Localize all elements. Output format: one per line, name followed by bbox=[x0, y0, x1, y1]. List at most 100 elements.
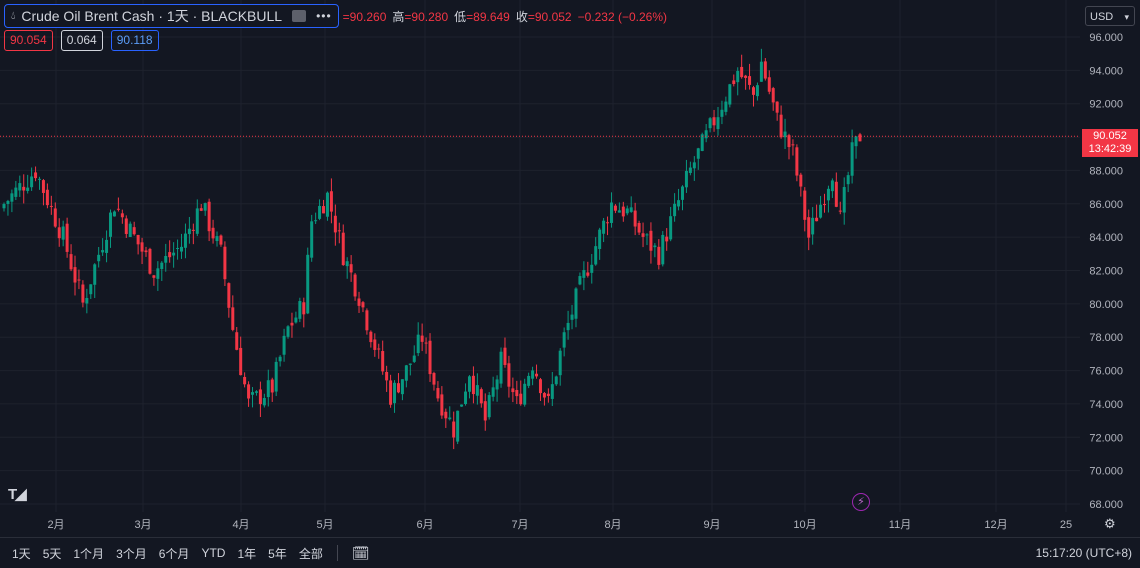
candle-body bbox=[389, 380, 393, 405]
candle-body bbox=[842, 187, 846, 213]
currency-select[interactable]: USD ▾ bbox=[1085, 6, 1135, 26]
candle-body bbox=[191, 229, 195, 231]
candle-body bbox=[744, 75, 748, 78]
candle-body bbox=[677, 200, 681, 207]
range-button-5年[interactable]: 5年 bbox=[268, 545, 287, 562]
candle-body bbox=[649, 230, 653, 251]
candle-body bbox=[89, 284, 93, 295]
candle-body bbox=[341, 232, 345, 266]
gear-icon[interactable]: ⚙︎ bbox=[1104, 516, 1116, 532]
candle-body bbox=[428, 340, 432, 375]
candle-body bbox=[712, 117, 716, 126]
x-tick-label: 10月 bbox=[793, 519, 816, 531]
candle-body bbox=[811, 217, 815, 235]
candle-body bbox=[815, 217, 819, 222]
candle-body bbox=[345, 261, 349, 267]
x-tick-label: 25 bbox=[1060, 519, 1072, 531]
candle-body bbox=[586, 272, 590, 276]
y-tick-label: 88.000 bbox=[1089, 165, 1123, 177]
candle-body bbox=[716, 117, 720, 130]
range-button-全部[interactable]: 全部 bbox=[299, 545, 323, 562]
ohlc-value: =89.649 bbox=[466, 9, 510, 24]
candle-body bbox=[467, 376, 471, 392]
candle-body bbox=[278, 356, 282, 362]
ohlc-values: =90.260 高=90.280 低=89.649 收=90.052 −0.232 (−… bbox=[343, 8, 673, 25]
candle-body bbox=[160, 262, 164, 269]
candle-body bbox=[759, 61, 763, 82]
range-button-YTD[interactable]: YTD bbox=[201, 546, 225, 560]
bid-price-button[interactable]: 90.054 bbox=[4, 30, 53, 51]
candle-body bbox=[408, 363, 412, 365]
candle-body bbox=[112, 211, 116, 217]
x-tick-label: 8月 bbox=[604, 519, 621, 531]
candle-body bbox=[69, 254, 73, 270]
range-button-3个月[interactable]: 3个月 bbox=[116, 545, 147, 562]
candle-body bbox=[830, 180, 834, 192]
candle-body bbox=[424, 342, 428, 344]
candle-body bbox=[6, 200, 10, 204]
candle-body bbox=[748, 76, 752, 85]
candle-body bbox=[653, 245, 657, 248]
candle-body bbox=[93, 264, 97, 285]
last-price-label: 90.052 13:42:39 bbox=[1082, 129, 1138, 157]
range-button-5天[interactable]: 5天 bbox=[43, 545, 62, 562]
candle-body bbox=[97, 254, 101, 262]
ohlc-value: −0.232 (−0.26%) bbox=[577, 9, 667, 24]
candle-body bbox=[594, 246, 598, 265]
candle-body bbox=[570, 314, 574, 320]
candle-body bbox=[779, 114, 783, 138]
tradingview-logo-icon[interactable]: T◢ bbox=[8, 485, 27, 503]
candle-body bbox=[464, 391, 468, 405]
ohlc-value: =90.280 bbox=[404, 9, 449, 24]
range-button-6个月[interactable]: 6个月 bbox=[159, 545, 190, 562]
x-tick-label: 9月 bbox=[703, 519, 720, 531]
bar-countdown: 13:42:39 bbox=[1088, 143, 1132, 155]
range-button-1个月[interactable]: 1个月 bbox=[73, 545, 104, 562]
ask-price-button[interactable]: 90.118 bbox=[110, 30, 159, 51]
candle-body bbox=[353, 274, 357, 297]
clock-time[interactable]: 15:17:20 (UTC+8) bbox=[1036, 546, 1132, 560]
candle-body bbox=[266, 380, 270, 398]
candle-body bbox=[669, 216, 673, 240]
more-options-icon[interactable]: ••• bbox=[316, 9, 332, 23]
y-tick-label: 72.000 bbox=[1089, 432, 1123, 444]
candle-body bbox=[215, 236, 219, 242]
candle-body bbox=[617, 210, 621, 213]
y-tick-label: 70.000 bbox=[1089, 466, 1123, 478]
candle-body bbox=[487, 395, 491, 418]
candle-body bbox=[684, 170, 688, 188]
candle-body bbox=[298, 301, 302, 319]
candle-body bbox=[195, 208, 199, 234]
candle-body bbox=[211, 227, 215, 239]
range-button-1天[interactable]: 1天 bbox=[12, 545, 31, 562]
candle-body bbox=[688, 167, 692, 173]
candle-body bbox=[314, 220, 318, 222]
lightning-icon[interactable]: ⚡︎ bbox=[852, 493, 870, 511]
date-range-list: 1天 5天 1个月 3个月 6个月 YTD 1年 5年 全部 bbox=[12, 545, 335, 562]
candle-body bbox=[251, 392, 255, 395]
candle-body bbox=[337, 230, 341, 232]
candle-body bbox=[365, 310, 369, 331]
y-tick-label: 86.000 bbox=[1089, 199, 1123, 211]
candle-body bbox=[558, 350, 562, 376]
candle-body bbox=[420, 335, 424, 342]
candle-body bbox=[239, 347, 243, 376]
x-tick-label: 11月 bbox=[889, 519, 911, 531]
candle-body bbox=[65, 223, 69, 252]
candle-body bbox=[61, 226, 65, 240]
flag-icon[interactable] bbox=[292, 10, 307, 22]
candle-body bbox=[136, 234, 140, 245]
candle-body bbox=[180, 246, 184, 252]
candle-body bbox=[763, 61, 767, 79]
candle-body bbox=[704, 130, 708, 139]
ohlc-label: 低 bbox=[454, 9, 467, 24]
candle-body bbox=[606, 222, 610, 224]
candle-body bbox=[850, 142, 854, 176]
candle-body bbox=[144, 250, 148, 253]
range-button-1年[interactable]: 1年 bbox=[237, 545, 256, 562]
candle-body bbox=[625, 208, 629, 214]
candle-body bbox=[724, 101, 728, 112]
calendar-range-icon[interactable]: 🗓︎ bbox=[352, 545, 370, 562]
symbol-box[interactable]: 💧︎ Crude Oil Brent Cash · 1天 · BLACKBULL… bbox=[4, 4, 339, 28]
ohlc-label: 高 bbox=[392, 9, 405, 24]
